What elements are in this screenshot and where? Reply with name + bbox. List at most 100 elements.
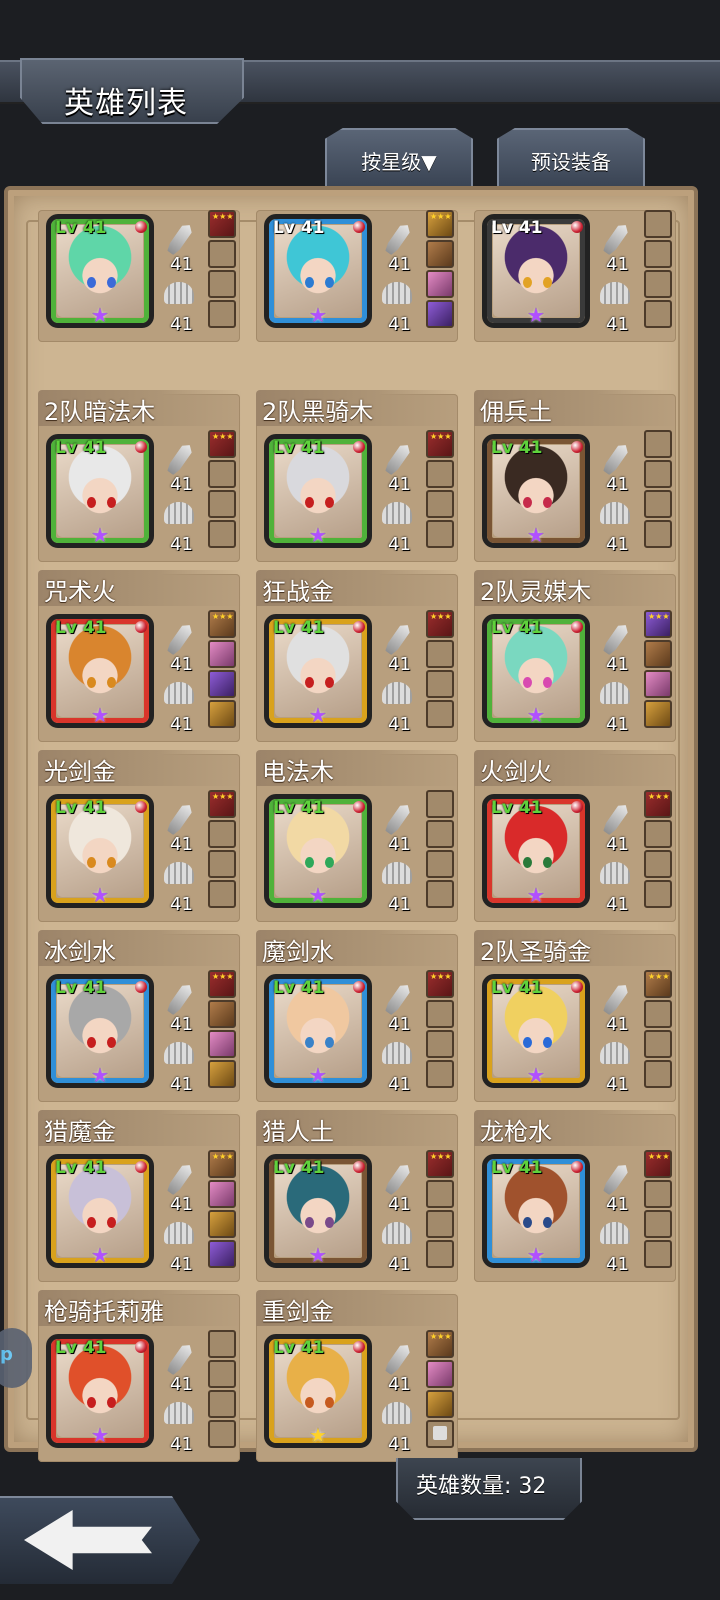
floating-assist-bubble[interactable]: p — [0, 1328, 32, 1388]
equipment-slot-empty[interactable] — [426, 670, 454, 698]
hero-card[interactable]: Lv 41 ★ 41 41 ★★★ — [256, 170, 460, 342]
equipment-slot-empty[interactable] — [208, 520, 236, 548]
hero-portrait[interactable]: Lv 41 ★ — [46, 1154, 154, 1268]
equipment-item-icon[interactable]: ★★★ — [644, 970, 672, 998]
equipment-item-icon[interactable]: ★★★ — [644, 790, 672, 818]
equipment-item-icon[interactable] — [426, 1360, 454, 1388]
equipment-item-icon[interactable] — [208, 1000, 236, 1028]
equipment-slot-empty[interactable] — [644, 460, 672, 488]
equipment-slot-empty[interactable] — [208, 270, 236, 298]
hero-card[interactable]: 佣兵土 Lv 41 ★ 41 41 — [474, 390, 678, 562]
equipment-slot-empty[interactable] — [208, 1360, 236, 1388]
equipment-slot-empty[interactable] — [208, 1390, 236, 1418]
equipment-slot-empty[interactable] — [644, 1000, 672, 1028]
equipment-item-icon[interactable] — [426, 240, 454, 268]
hero-portrait[interactable]: Lv 41 ★ — [482, 794, 590, 908]
equipment-item-icon[interactable] — [426, 1390, 454, 1418]
equipment-slot-empty[interactable] — [644, 1060, 672, 1088]
hero-card[interactable]: 枪骑托莉雅 Lv 41 ★ 41 41 — [38, 1290, 242, 1462]
hero-portrait[interactable]: Lv 41 ★ — [46, 974, 154, 1088]
hero-card[interactable]: 2队灵媒木 Lv 41 ★ 41 41 ★★★ — [474, 570, 678, 742]
equipment-slot-empty[interactable] — [426, 700, 454, 728]
equipment-slot-empty[interactable] — [208, 820, 236, 848]
equipment-slot-empty[interactable] — [644, 240, 672, 268]
hero-card[interactable]: 2队黑骑木 Lv 41 ★ 41 41 ★★★ — [256, 390, 460, 562]
hero-card[interactable]: 冰剑水 Lv 41 ★ 41 41 ★★★ — [38, 930, 242, 1102]
equipment-slot-empty[interactable] — [644, 820, 672, 848]
equipment-slot-empty[interactable] — [426, 490, 454, 518]
equipment-slot-empty[interactable] — [644, 270, 672, 298]
equipment-slot-empty[interactable] — [426, 460, 454, 488]
equipment-slot-empty[interactable] — [208, 880, 236, 908]
hero-portrait[interactable]: Lv 41 ★ — [264, 614, 372, 728]
equipment-item-icon[interactable]: ★★★ — [208, 790, 236, 818]
hero-card[interactable]: 猎人土 Lv 41 ★ 41 41 ★★★ — [256, 1110, 460, 1282]
equipment-slot-empty[interactable] — [208, 240, 236, 268]
equipment-item-icon[interactable]: ★★★ — [208, 210, 236, 238]
hero-portrait[interactable]: Lv 41 ★ — [264, 1154, 372, 1268]
equipment-item-icon[interactable]: ★★★ — [426, 210, 454, 238]
equipment-slot-empty[interactable] — [426, 1180, 454, 1208]
hero-portrait[interactable]: Lv 41 ★ — [264, 794, 372, 908]
hero-portrait[interactable]: Lv 41 ★ — [46, 214, 154, 328]
equipment-item-icon[interactable] — [426, 270, 454, 298]
equipment-slot-empty[interactable] — [426, 640, 454, 668]
equipment-slot-empty[interactable] — [426, 820, 454, 848]
hero-card[interactable]: 龙枪水 Lv 41 ★ 41 41 ★★★ — [474, 1110, 678, 1282]
equipment-slot-empty[interactable] — [208, 1420, 236, 1448]
equipment-slot-empty[interactable] — [426, 1060, 454, 1088]
hero-portrait[interactable]: Lv 41 ★ — [46, 434, 154, 548]
equipment-item-icon[interactable]: ★★★ — [426, 1150, 454, 1178]
equipment-slot-empty[interactable] — [426, 1240, 454, 1268]
hero-card[interactable]: 电法木 Lv 41 ★ 41 41 — [256, 750, 460, 922]
hero-card[interactable]: 火剑火 Lv 41 ★ 41 41 ★★★ — [474, 750, 678, 922]
equipment-item-icon[interactable] — [208, 1180, 236, 1208]
equipment-item-icon[interactable]: ★★★ — [426, 1330, 454, 1358]
hero-card[interactable]: 2队暗法木 Lv 41 ★ 41 41 ★★★ — [38, 390, 242, 562]
equipment-item-icon[interactable]: ★★★ — [208, 610, 236, 638]
equipment-slot-empty[interactable] — [426, 880, 454, 908]
hero-portrait[interactable]: Lv 41 ★ — [482, 614, 590, 728]
equipment-slot-empty[interactable] — [426, 1030, 454, 1058]
hero-card[interactable]: 2队圣骑金 Lv 41 ★ 41 41 ★★★ — [474, 930, 678, 1102]
equipment-slot-empty[interactable] — [644, 880, 672, 908]
hero-portrait[interactable]: Lv 41 ★ — [46, 794, 154, 908]
hero-card[interactable]: Lv 41 ★ 41 41 ★★★ — [38, 170, 242, 342]
equipment-slot-empty[interactable] — [644, 1030, 672, 1058]
equipment-slot-empty[interactable] — [644, 300, 672, 328]
equipment-slot-empty[interactable] — [644, 1180, 672, 1208]
equipment-item-icon[interactable]: ★★★ — [426, 970, 454, 998]
equipment-item-icon[interactable] — [208, 670, 236, 698]
equipment-item-icon[interactable] — [644, 700, 672, 728]
equipment-item-icon[interactable] — [208, 1030, 236, 1058]
equipment-item-icon[interactable]: ★★★ — [644, 1150, 672, 1178]
equipment-slot-empty[interactable] — [644, 1240, 672, 1268]
equipment-item-icon[interactable] — [426, 300, 454, 328]
equipment-item-icon[interactable] — [208, 640, 236, 668]
equipment-item-icon[interactable]: ★★★ — [644, 610, 672, 638]
hero-portrait[interactable]: Lv 41 ★ — [264, 214, 372, 328]
equipment-slot-empty[interactable] — [208, 300, 236, 328]
equipment-item-icon[interactable] — [644, 670, 672, 698]
locked-slot[interactable] — [426, 1420, 454, 1448]
hero-card[interactable]: 光剑金 Lv 41 ★ 41 41 ★★★ — [38, 750, 242, 922]
hero-card[interactable]: 咒术火 Lv 41 ★ 41 41 ★★★ — [38, 570, 242, 742]
equipment-slot-empty[interactable] — [644, 1210, 672, 1238]
equipment-slot-empty[interactable] — [426, 850, 454, 878]
equipment-slot-empty[interactable] — [644, 520, 672, 548]
equipment-slot-empty[interactable] — [644, 850, 672, 878]
hero-portrait[interactable]: Lv 41 ★ — [264, 1334, 372, 1448]
hero-portrait[interactable]: Lv 41 ★ — [482, 1154, 590, 1268]
equipment-item-icon[interactable] — [644, 640, 672, 668]
equipment-slot-empty[interactable] — [426, 520, 454, 548]
hero-card[interactable]: 狂战金 Lv 41 ★ 41 41 ★★★ — [256, 570, 460, 742]
equipment-item-icon[interactable]: ★★★ — [426, 430, 454, 458]
equipment-item-icon[interactable] — [208, 700, 236, 728]
equipment-item-icon[interactable]: ★★★ — [208, 1150, 236, 1178]
hero-portrait[interactable]: Lv 41 ★ — [264, 974, 372, 1088]
equipment-item-icon[interactable] — [208, 1060, 236, 1088]
hero-card[interactable]: Lv 41 ★ 41 41 — [474, 170, 678, 342]
hero-portrait[interactable]: Lv 41 ★ — [482, 214, 590, 328]
hero-card[interactable]: 猎魔金 Lv 41 ★ 41 41 ★★★ — [38, 1110, 242, 1282]
equipment-slot-empty[interactable] — [644, 210, 672, 238]
